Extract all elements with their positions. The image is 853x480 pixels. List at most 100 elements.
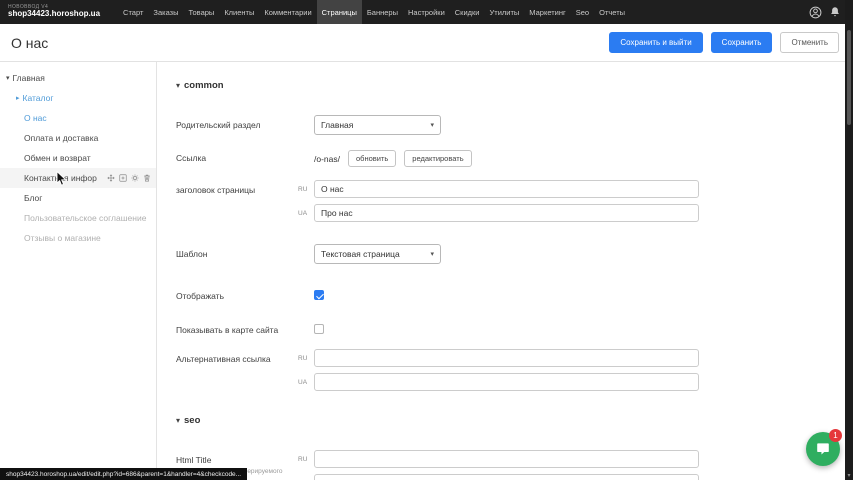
display-checkbox[interactable]: [314, 290, 324, 300]
field-sitemap: Показывать в карте сайта: [176, 320, 845, 336]
menu-item-discounts[interactable]: Скидки: [450, 0, 485, 24]
notifications-icon[interactable]: [829, 6, 841, 18]
field-label: заголовок страницы: [176, 180, 314, 222]
chat-launcher-button[interactable]: 1: [806, 432, 840, 466]
page-tree-sidebar: ▾ Главная ▸ Каталог О нас Оплата и доста…: [0, 62, 157, 480]
chevron-down-icon: ▾: [430, 250, 434, 258]
scrollbar[interactable]: ▾: [845, 0, 853, 480]
sitemap-checkbox[interactable]: [314, 324, 324, 334]
menu-item-settings[interactable]: Настройки: [403, 0, 450, 24]
page-title-ru-input[interactable]: [314, 180, 699, 198]
menu-item-pages[interactable]: Страницы: [317, 0, 362, 24]
sidebar-item-label: Каталог: [23, 93, 54, 103]
field-display: Отображать: [176, 286, 845, 302]
chevron-down-icon[interactable]: ▾: [6, 74, 10, 82]
select-value: Текстовая страница: [321, 249, 400, 259]
template-select[interactable]: Текстовая страница ▾: [314, 244, 441, 264]
menu-item-seo[interactable]: Seo: [571, 0, 594, 24]
page-title-ua-input[interactable]: [314, 204, 699, 222]
scrollbar-thumb[interactable]: [847, 30, 851, 125]
logo[interactable]: НОВОВВОД V4 shop34423.horoshop.ua: [8, 5, 100, 19]
sidebar-item-label: Блог: [24, 193, 42, 203]
field-label: Показывать в карте сайта: [176, 320, 314, 336]
menu-item-utilities[interactable]: Утилиты: [485, 0, 525, 24]
sidebar-item-label: Пользовательское соглашение: [24, 213, 146, 223]
chat-unread-badge: 1: [829, 429, 842, 442]
sidebar-item-label: Контактная инфор: [24, 173, 97, 183]
field-page-title: заголовок страницы RU UA: [176, 180, 845, 222]
lang-ua-label: UA: [298, 379, 310, 386]
sidebar-item-label: Отзывы о магазине: [24, 233, 101, 243]
lang-ru-label: RU: [298, 456, 310, 463]
menu-item-products[interactable]: Товары: [184, 0, 220, 24]
sidebar-item-catalog[interactable]: ▸ Каталог: [0, 88, 156, 108]
menu-item-banners[interactable]: Баннеры: [362, 0, 403, 24]
field-label-text: Html Title: [176, 455, 314, 466]
field-label: Родительский раздел: [176, 115, 314, 135]
select-value: Главная: [321, 120, 353, 130]
save-button[interactable]: Сохранить: [711, 32, 773, 53]
page-header: О нас Сохранить и выйти Сохранить Отмени…: [0, 24, 853, 62]
html-title-ru-input[interactable]: [314, 450, 699, 468]
field-parent-section: Родительский раздел Главная ▾: [176, 115, 845, 135]
page-title: О нас: [11, 35, 48, 51]
lang-ru-label: RU: [298, 355, 310, 362]
menu-item-start[interactable]: Старт: [118, 0, 148, 24]
chat-bubble-icon: [815, 441, 831, 457]
lang-ua-label: UA: [298, 210, 310, 217]
app-window: НОВОВВОД V4 shop34423.horoshop.ua Старт …: [0, 0, 853, 480]
parent-section-select[interactable]: Главная ▾: [314, 115, 441, 135]
edit-link-button[interactable]: редактировать: [404, 150, 471, 167]
sidebar-item-user-agreement[interactable]: Пользовательское соглашение: [0, 208, 156, 228]
menu-item-clients[interactable]: Клиенты: [219, 0, 259, 24]
scroll-down-icon[interactable]: ▾: [845, 472, 853, 479]
field-template: Шаблон Текстовая страница ▾: [176, 244, 845, 264]
topbar: НОВОВВОД V4 shop34423.horoshop.ua Старт …: [0, 0, 853, 24]
sidebar-item-label: Оплата и доставка: [24, 133, 98, 143]
section-seo-header[interactable]: ▾ seo: [176, 415, 845, 426]
account-icon[interactable]: [809, 6, 822, 19]
sidebar-item-label: Главная: [13, 73, 45, 83]
gear-icon[interactable]: [131, 174, 139, 182]
sidebar-item-about[interactable]: О нас: [0, 108, 156, 128]
delete-icon[interactable]: [143, 174, 151, 182]
cancel-button[interactable]: Отменить: [780, 32, 839, 53]
field-link: Ссылка /o-nas/ обновить редактировать: [176, 148, 845, 167]
logo-domain-label: shop34423.horoshop.ua: [8, 10, 100, 18]
section-title: seo: [184, 415, 200, 426]
menu-item-reports[interactable]: Отчеты: [594, 0, 630, 24]
chevron-down-icon[interactable]: ▾: [176, 81, 180, 90]
menu-item-marketing[interactable]: Маркетинг: [524, 0, 570, 24]
tree-row-actions: [107, 174, 151, 182]
chevron-down-icon: ▾: [430, 121, 434, 129]
chevron-right-icon[interactable]: ▸: [16, 94, 20, 102]
sidebar-item-exchange-return[interactable]: Обмен и возврат: [0, 148, 156, 168]
save-exit-button[interactable]: Сохранить и выйти: [609, 32, 702, 53]
field-alt-link: Альтернативная ссылка RU UA: [176, 349, 845, 391]
sidebar-item-home[interactable]: ▾ Главная: [0, 68, 156, 88]
section-common-header[interactable]: ▾ common: [176, 80, 845, 91]
update-link-button[interactable]: обновить: [348, 150, 396, 167]
sidebar-item-label: Обмен и возврат: [24, 153, 91, 163]
html-title-ua-input[interactable]: [314, 474, 699, 480]
main-menu: Старт Заказы Товары Клиенты Комментарии …: [118, 0, 630, 24]
alt-link-ru-input[interactable]: [314, 349, 699, 367]
sidebar-item-contact-info[interactable]: Контактная инфор: [0, 168, 156, 188]
topbar-icons: [809, 6, 841, 19]
menu-item-comments[interactable]: Комментарии: [259, 0, 316, 24]
chevron-down-icon[interactable]: ▾: [176, 416, 180, 425]
field-label: Альтернативная ссылка: [176, 349, 314, 391]
move-icon[interactable]: [107, 174, 115, 182]
sidebar-item-payment-delivery[interactable]: Оплата и доставка: [0, 128, 156, 148]
menu-item-orders[interactable]: Заказы: [148, 0, 183, 24]
add-icon[interactable]: [119, 174, 127, 182]
sidebar-item-store-reviews[interactable]: Отзывы о магазине: [0, 228, 156, 248]
sidebar-item-blog[interactable]: Блог: [0, 188, 156, 208]
link-preview-statusbar: shop34423.horoshop.ua/edit/edit.php?id=6…: [0, 468, 247, 480]
field-label: Отображать: [176, 286, 314, 302]
field-label: Шаблон: [176, 244, 314, 264]
page-edit-form: ▾ common Родительский раздел Главная ▾ С…: [158, 62, 845, 480]
alt-link-ua-input[interactable]: [314, 373, 699, 391]
field-html-title: Html Title Полная замена title, генериру…: [176, 450, 845, 480]
sidebar-item-label: О нас: [24, 113, 47, 123]
